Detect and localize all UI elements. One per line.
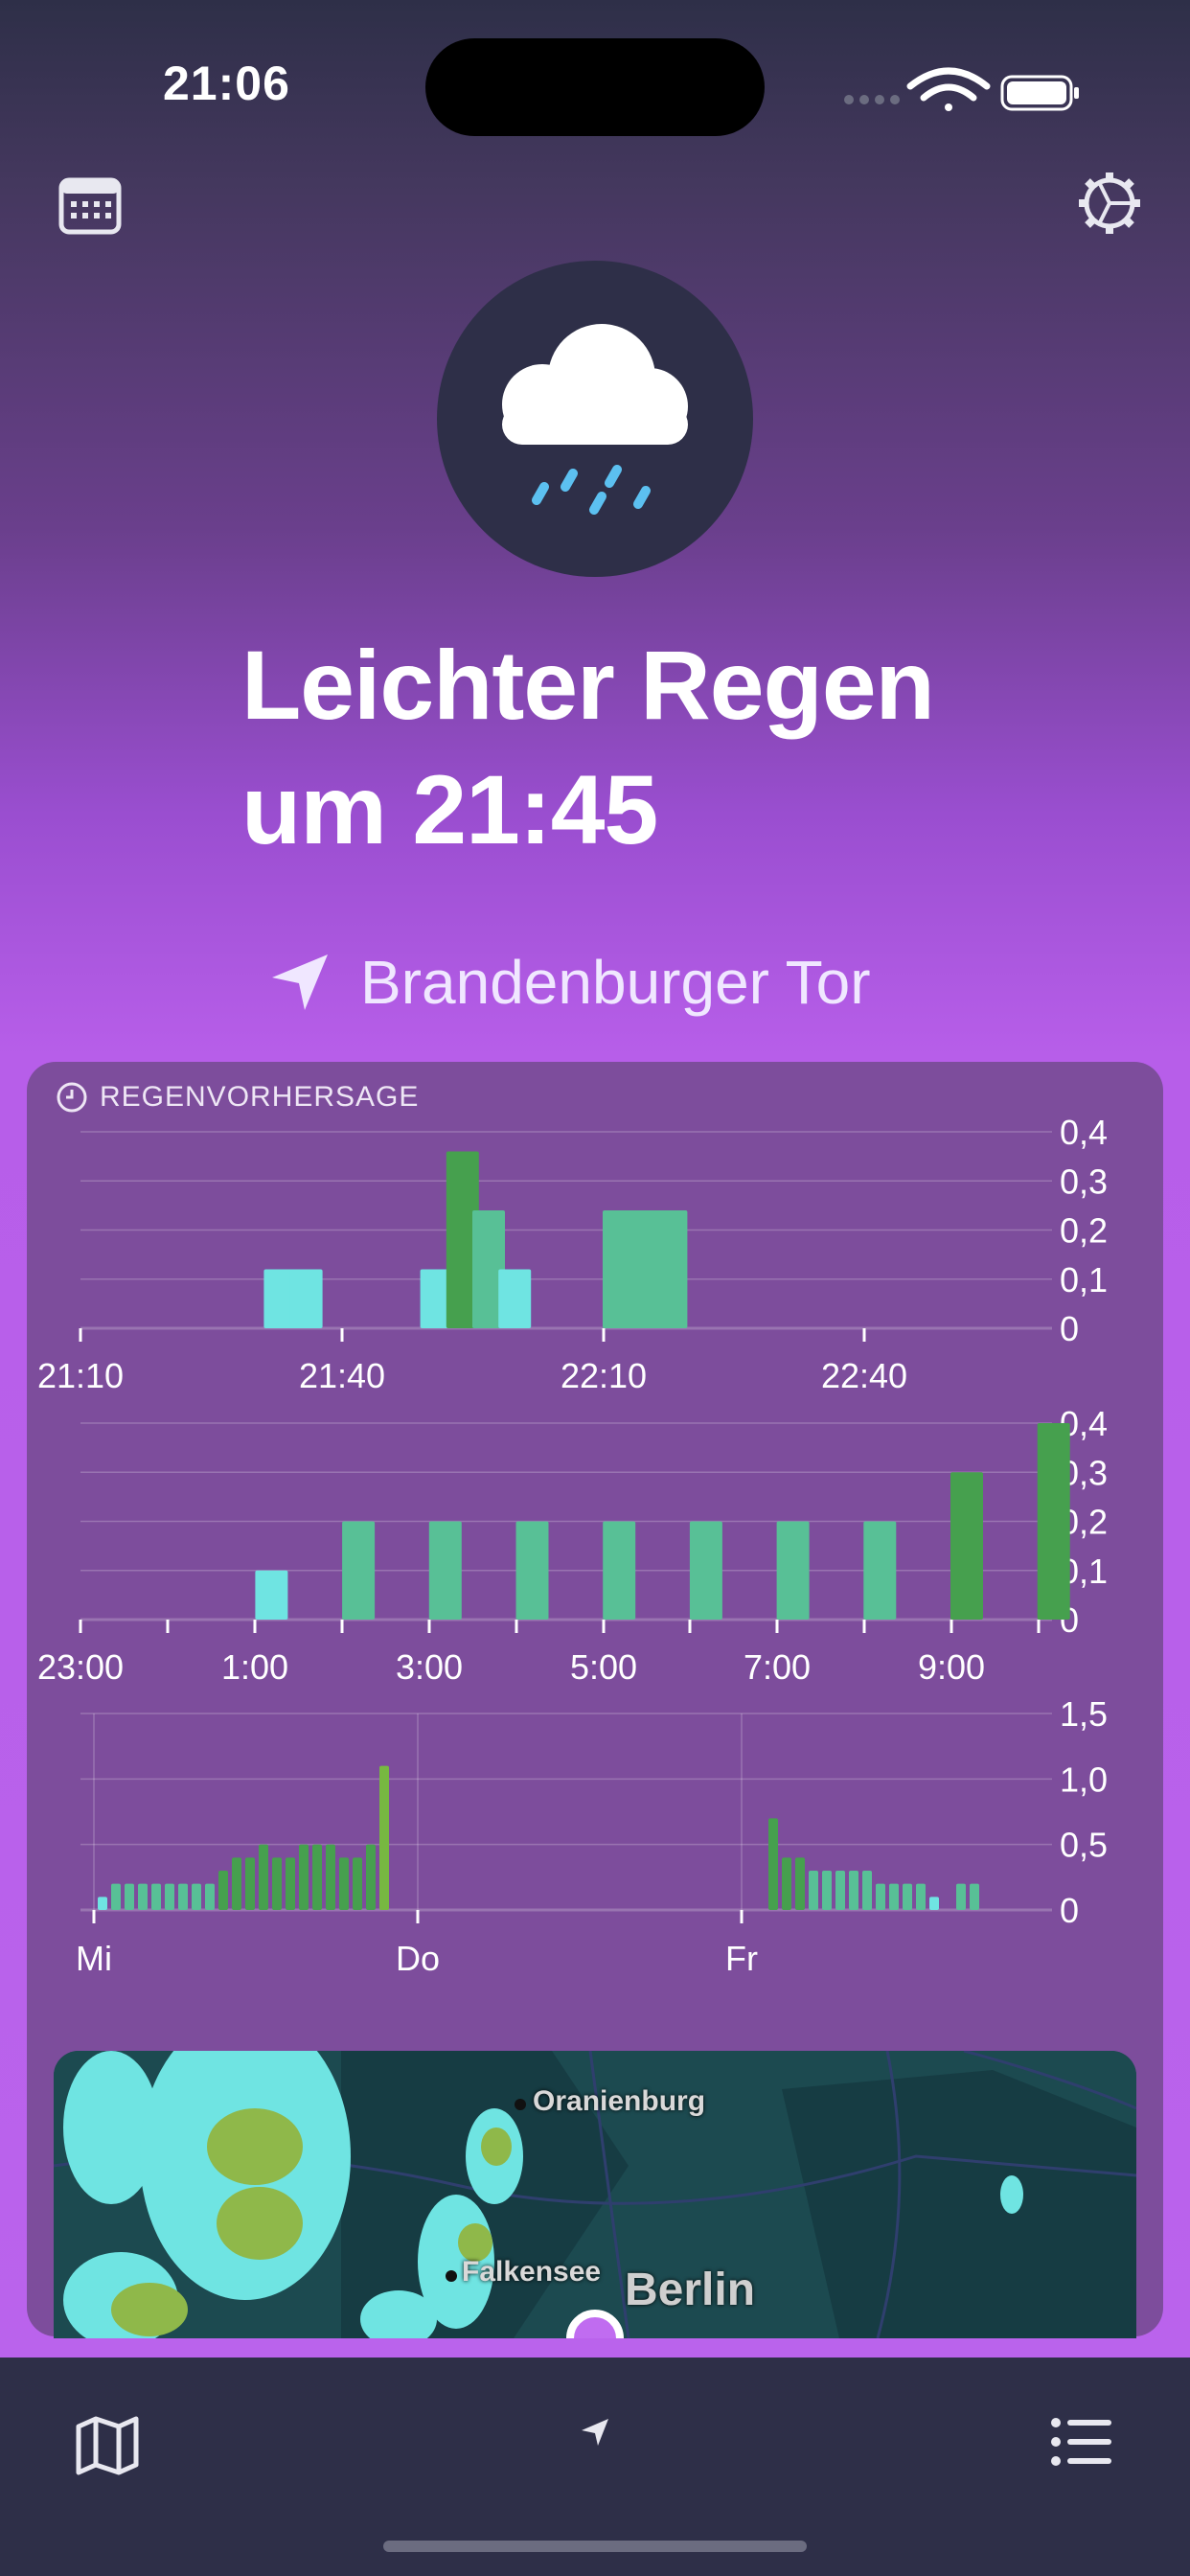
chart-2-bar xyxy=(205,1883,215,1910)
chart-2-bar xyxy=(970,1883,979,1910)
chart-2-bar xyxy=(795,1857,805,1910)
map-label-falkensee: Falkensee xyxy=(462,2256,602,2288)
chart-2-bar xyxy=(809,1871,818,1910)
chart-2-bar xyxy=(245,1857,255,1910)
chart-2-bar xyxy=(299,1844,309,1910)
chart-2-bar xyxy=(956,1883,966,1910)
chart-2-bar xyxy=(326,1844,335,1910)
chart-2-bar xyxy=(138,1883,148,1910)
chart-0-y-tick-label: 0,1 xyxy=(1060,1260,1108,1300)
chart-1-x-tick-label: 5:00 xyxy=(570,1647,637,1687)
chart-0-bar xyxy=(289,1269,323,1328)
chart-2-bar xyxy=(862,1871,872,1910)
chart-1-bar xyxy=(515,1521,549,1620)
chart-2-bar xyxy=(272,1857,282,1910)
rain-forecast-charts: 0,40,30,20,1021:10 21:40 22:10 22:400,40,30… xyxy=(37,1113,1108,1978)
chart-0-x-tick-label: 21:10 xyxy=(37,1356,124,1395)
chart-2-bar xyxy=(218,1871,228,1910)
chart-2-bar xyxy=(353,1857,362,1910)
chart-1-x-tick-label: 23:00 xyxy=(37,1647,124,1687)
chart-1-bar xyxy=(255,1570,288,1620)
chart-1-x-tick-label: 9:00 xyxy=(918,1647,985,1687)
chart-2-bar xyxy=(768,1818,778,1910)
chart-0-y-tick-label: 0,3 xyxy=(1060,1162,1108,1201)
chart-1-x-tick-label: 7:00 xyxy=(744,1647,811,1687)
map-label-oranienburg: Oranienburg xyxy=(533,2085,706,2117)
chart-2-bar xyxy=(339,1857,349,1910)
chart-2-bar xyxy=(286,1857,295,1910)
chart-0-y-tick-label: 0 xyxy=(1060,1309,1079,1348)
chart-1-x-tick-label: 3:00 xyxy=(396,1647,463,1687)
chart-2-bar xyxy=(929,1897,939,1910)
chart-1-bar xyxy=(950,1472,983,1620)
chart-2-bar xyxy=(849,1871,858,1910)
chart-0-bar xyxy=(654,1210,688,1328)
chart-2-y-tick-label: 1,5 xyxy=(1060,1694,1108,1734)
chart-0-x-tick-label: 22:10 xyxy=(561,1356,647,1395)
chart-2-bar xyxy=(379,1765,389,1910)
chart-0-y-tick-label: 0,2 xyxy=(1060,1211,1108,1251)
chart-0-bar xyxy=(498,1269,532,1328)
radar-map-preview[interactable]: Oranienburg Falkensee Berlin xyxy=(54,2051,1136,2338)
chart-2-x-tick-label: Mi xyxy=(76,1939,112,1978)
chart-2-bar xyxy=(232,1857,241,1910)
chart-2-bar xyxy=(111,1883,121,1910)
home-indicator xyxy=(383,2541,807,2552)
map-label-berlin: Berlin xyxy=(625,2265,756,2315)
chart-2-bar xyxy=(178,1883,188,1910)
chart-2-y-tick-label: 0 xyxy=(1060,1891,1079,1930)
chart-2-bar xyxy=(835,1871,845,1910)
chart-2-y-tick-label: 1,0 xyxy=(1060,1760,1108,1799)
chart-2-bar xyxy=(903,1883,912,1910)
chart-1-bar xyxy=(776,1521,810,1620)
chart-2-bar xyxy=(151,1883,161,1910)
chart-1-bar xyxy=(689,1521,722,1620)
chart-2-bar xyxy=(366,1844,376,1910)
chart-2-bar xyxy=(889,1883,899,1910)
chart-2-bar xyxy=(259,1844,268,1910)
chart-2-bar xyxy=(916,1883,926,1910)
location-arrow-icon[interactable] xyxy=(578,2415,612,2450)
chart-2-bar xyxy=(782,1857,791,1910)
chart-1-bar xyxy=(1037,1423,1070,1620)
chart-2-x-tick-label: Fr xyxy=(725,1939,758,1978)
chart-0-y-tick-label: 0,4 xyxy=(1060,1113,1108,1152)
list-icon[interactable] xyxy=(1050,2415,1113,2469)
chart-2-bar xyxy=(312,1844,322,1910)
chart-0-x-tick-label: 21:40 xyxy=(299,1356,385,1395)
chart-0-x-tick-label: 22:40 xyxy=(821,1356,907,1395)
chart-1-bar xyxy=(428,1521,462,1620)
chart-2-y-tick-label: 0,5 xyxy=(1060,1826,1108,1865)
chart-1-bar xyxy=(603,1521,636,1620)
chart-2-x-tick-label: Do xyxy=(396,1939,440,1978)
chart-1-x-tick-label: 1:00 xyxy=(221,1647,288,1687)
map-icon[interactable] xyxy=(75,2415,140,2476)
chart-2-bar xyxy=(192,1883,201,1910)
chart-2-bar xyxy=(822,1871,832,1910)
chart-1-bar xyxy=(863,1521,897,1620)
chart-1-bar xyxy=(342,1521,376,1620)
chart-2-bar xyxy=(876,1883,885,1910)
chart-2-bar xyxy=(125,1883,134,1910)
chart-2-bar xyxy=(98,1897,107,1910)
chart-2-bar xyxy=(165,1883,174,1910)
